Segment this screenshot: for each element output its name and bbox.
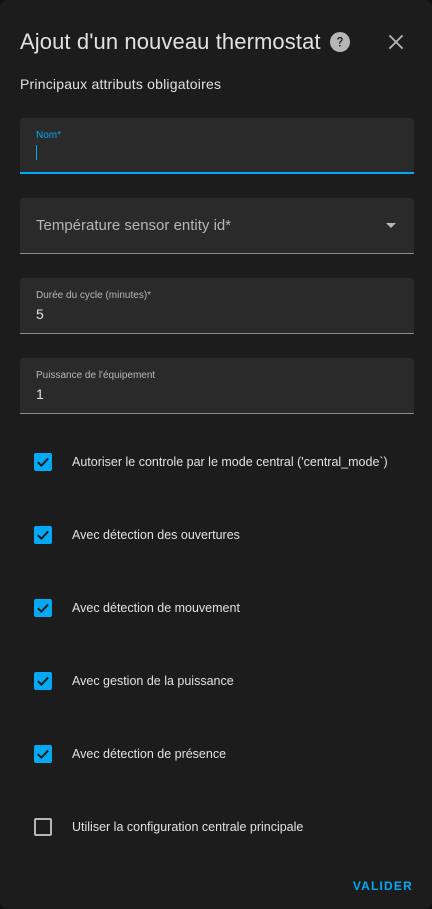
option-label: Utiliser la configuration centrale princ… [72,820,304,834]
temperature-sensor-select[interactable]: Température sensor entity id* [20,198,414,254]
option-label: Autoriser le controle par le mode centra… [72,455,388,469]
checkbox-checked[interactable] [34,672,52,690]
help-circle-icon[interactable] [329,32,350,52]
equipment-power-field[interactable]: Puissance de l'équipement 1 [20,358,414,414]
validate-button[interactable]: VALIDER [353,879,413,893]
menu-down-icon[interactable] [386,223,396,228]
name-field-label: Nom* [36,130,62,141]
checkmark-icon [37,676,49,687]
option-label: Avec détection de présence [72,747,227,761]
equipment-power-value: 1 [36,386,44,402]
cycle-duration-value: 5 [36,306,44,322]
cycle-duration-label: Durée du cycle (minutes)* [36,290,152,301]
checkbox-checked[interactable] [34,599,52,617]
name-field[interactable]: Nom* [20,118,414,174]
temperature-sensor-label: Température sensor entity id* [36,217,232,234]
cycle-duration-field[interactable]: Durée du cycle (minutes)* 5 [20,278,414,334]
option-central-config[interactable]: Utiliser la configuration centrale princ… [34,817,414,837]
checkmark-icon [37,603,49,614]
option-label: Avec gestion de la puissance [72,674,234,688]
dialog-title: Ajout d'un nouveau thermostat [20,29,321,54]
option-openings-detection[interactable]: Avec détection des ouvertures [34,525,414,545]
option-label: Avec détection de mouvement [72,601,240,615]
text-cursor [36,145,37,160]
checkbox-unchecked[interactable] [34,818,52,836]
checkbox-checked[interactable] [34,745,52,763]
dialog-header: Ajout d'un nouveau thermostat [20,26,416,58]
section-subtitle: Principaux attributs obligatoires [20,76,222,92]
option-central-mode[interactable]: Autoriser le controle par le mode centra… [34,452,414,472]
checkmark-icon [37,749,49,760]
option-presence-detection[interactable]: Avec détection de présence [34,744,414,764]
checkmark-icon [37,457,49,468]
option-label: Avec détection des ouvertures [72,528,240,542]
checkbox-checked[interactable] [34,453,52,471]
option-motion-detection[interactable]: Avec détection de mouvement [34,598,414,618]
checkbox-checked[interactable] [34,526,52,544]
option-power-management[interactable]: Avec gestion de la puissance [34,671,414,691]
checkmark-icon [37,530,49,541]
equipment-power-label: Puissance de l'équipement [36,370,156,381]
close-icon[interactable] [384,30,408,54]
add-thermostat-dialog: Ajout d'un nouveau thermostat Principaux… [0,0,432,909]
